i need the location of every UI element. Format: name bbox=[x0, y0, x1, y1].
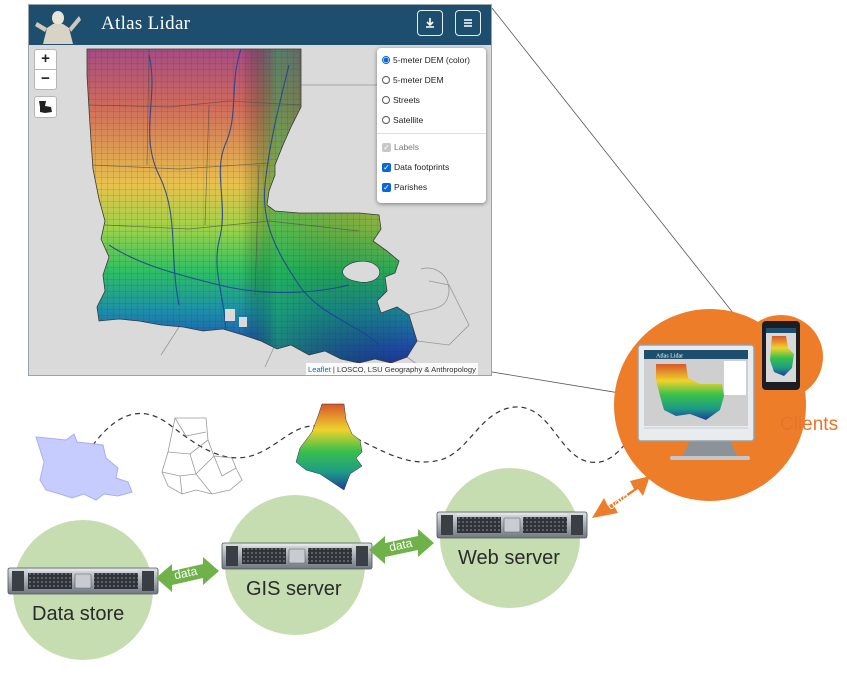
clients-label: Clients bbox=[780, 414, 839, 435]
mobile-client-icon bbox=[762, 321, 800, 390]
overlay-option-parishes[interactable]: ✓ Parishes bbox=[382, 180, 427, 194]
base-layer-label: 5-meter DEM bbox=[393, 75, 444, 85]
overlay-label: Data footprints bbox=[394, 162, 450, 172]
hamburger-menu-icon bbox=[464, 19, 472, 27]
download-button[interactable] bbox=[417, 10, 443, 36]
gis-server-label: GIS server bbox=[246, 578, 342, 600]
home-extent-button[interactable] bbox=[34, 96, 57, 118]
overlay-label: Parishes bbox=[394, 182, 428, 192]
checkbox-checked[interactable]: ✓ bbox=[382, 162, 391, 172]
web-server-label: Web server bbox=[458, 547, 560, 569]
base-layer-option-dem[interactable]: 5-meter DEM bbox=[382, 73, 444, 87]
zoom-out-button[interactable]: − bbox=[34, 69, 57, 90]
base-layer-option-satellite[interactable]: Satellite bbox=[382, 113, 423, 127]
attribution-text: | LOSCO, LSU Geography & Anthropology bbox=[330, 365, 476, 374]
radio-selected[interactable] bbox=[382, 56, 390, 64]
map-attribution: Leaflet | LOSCO, LSU Geography & Anthrop… bbox=[306, 363, 478, 375]
layer-control-separator bbox=[377, 133, 486, 134]
menu-button[interactable] bbox=[455, 10, 481, 36]
data-store-label: Data store bbox=[32, 603, 125, 625]
base-layer-label: Satellite bbox=[393, 115, 424, 125]
zoom-in-button[interactable]: + bbox=[34, 49, 57, 70]
checkbox-checked[interactable]: ✓ bbox=[382, 182, 391, 192]
zoom-connector-line bbox=[491, 7, 765, 353]
lidar-map[interactable]: + − 5-meter DEM (color) 5-meter DEM Stre… bbox=[29, 45, 491, 375]
layer-control-panel: 5-meter DEM (color) 5-meter DEM Streets … bbox=[377, 48, 486, 203]
radio-unselected[interactable] bbox=[382, 116, 390, 124]
radio-unselected[interactable] bbox=[382, 96, 390, 104]
app-title: Atlas Lidar bbox=[101, 13, 191, 34]
radio-unselected[interactable] bbox=[382, 76, 390, 84]
raw-data-footprint-graphic bbox=[35, 433, 133, 501]
base-layer-option-dem-color[interactable]: 5-meter DEM (color) bbox=[382, 53, 470, 67]
app-header: Atlas Lidar bbox=[29, 5, 491, 45]
louisiana-extent-icon bbox=[39, 101, 52, 113]
leaflet-link[interactable]: Leaflet bbox=[308, 365, 331, 374]
client-screen-title: Atlas Lidar bbox=[656, 354, 683, 360]
overlay-option-data-footprints[interactable]: ✓ Data footprints bbox=[382, 160, 449, 174]
overlay-label: Labels bbox=[394, 142, 420, 152]
architecture-diagram: Atlas Lidar data data data Data store GI… bbox=[0, 0, 847, 673]
checkbox-disabled: ✓ bbox=[382, 142, 391, 152]
dem-state-graphic bbox=[295, 403, 363, 491]
base-layer-label: 5-meter DEM (color) bbox=[393, 55, 470, 65]
download-icon bbox=[426, 18, 434, 28]
app-logo-icon bbox=[35, 11, 81, 44]
web-server-server-icon bbox=[436, 511, 588, 539]
data-flow-path bbox=[77, 406, 661, 469]
data-store-server-icon bbox=[7, 567, 159, 595]
atlas-lidar-app: Atlas Lidar + − 5-meter DEM (color) 5-me… bbox=[28, 4, 492, 376]
base-layer-label: Streets bbox=[393, 95, 420, 105]
overlay-option-labels: ✓ Labels bbox=[382, 140, 419, 154]
parish-boundaries-graphic bbox=[161, 417, 243, 495]
gis-server-server-icon bbox=[221, 542, 373, 570]
base-layer-option-streets[interactable]: Streets bbox=[382, 93, 420, 107]
